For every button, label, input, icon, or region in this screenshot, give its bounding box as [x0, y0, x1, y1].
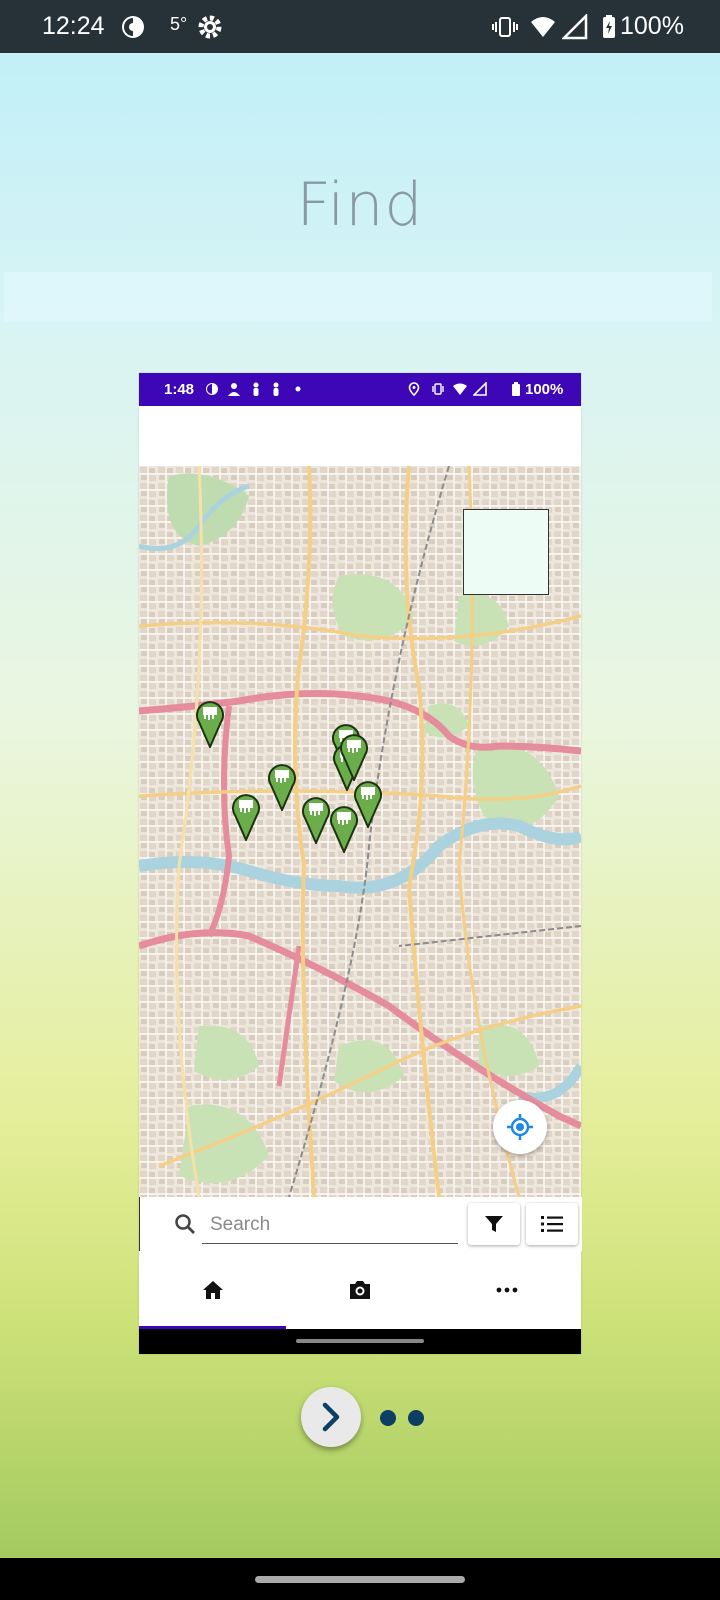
- signal-icon: [562, 14, 588, 40]
- app-preview: 1:48 100%: [139, 373, 582, 1354]
- list-view-button[interactable]: [526, 1203, 578, 1245]
- crosshair-icon: [507, 1114, 533, 1140]
- battery-icon: [603, 15, 615, 38]
- next-button[interactable]: [301, 1387, 361, 1447]
- camera-icon: [349, 1281, 370, 1299]
- wifi-icon: [453, 383, 467, 395]
- nav-more[interactable]: [433, 1251, 580, 1329]
- page-title: Find: [296, 170, 424, 240]
- more-icon: [496, 1287, 517, 1293]
- nav-camera[interactable]: [286, 1251, 433, 1329]
- gesture-pill: [296, 1339, 424, 1343]
- battery-icon: [512, 382, 520, 396]
- map-pin-icon: [196, 701, 224, 750]
- filter-button[interactable]: [468, 1203, 520, 1245]
- map-pin-icon: [340, 734, 368, 783]
- bottom-nav: [139, 1251, 581, 1331]
- location-icon: [408, 382, 420, 396]
- preview-gesture-bar: [139, 1329, 581, 1354]
- vibrate-icon: [432, 383, 444, 395]
- home-icon: [202, 1281, 223, 1299]
- locate-button[interactable]: [493, 1100, 547, 1154]
- map-marker[interactable]: [267, 761, 297, 813]
- map-pin-icon: [232, 794, 260, 843]
- title-ribbon: [4, 272, 712, 322]
- pager-dot[interactable]: [408, 1410, 424, 1426]
- nav-home[interactable]: [139, 1251, 286, 1329]
- map-pin-icon: [302, 797, 330, 846]
- system-nav-bar: [0, 1558, 720, 1600]
- battery-percent: 100%: [620, 12, 684, 40]
- search-icon: [175, 1214, 195, 1234]
- home-gesture-pill[interactable]: [255, 1576, 465, 1583]
- map-marker[interactable]: [339, 731, 369, 783]
- pager-dot[interactable]: [380, 1410, 396, 1426]
- preview-time: 1:48: [164, 381, 195, 398]
- person-icon: [228, 383, 240, 396]
- list-icon: [541, 1216, 563, 1232]
- status-time: 12:24: [42, 12, 105, 40]
- map-marker[interactable]: [231, 791, 261, 843]
- search-input[interactable]: [202, 1207, 458, 1244]
- chevron-right-icon: [322, 1402, 340, 1432]
- map-pin-icon: [268, 764, 296, 813]
- status-bar: 12:24 5° 100%: [0, 0, 720, 53]
- map-view[interactable]: [139, 466, 581, 1197]
- wifi-icon: [531, 17, 555, 37]
- map-marker[interactable]: [353, 778, 383, 830]
- preview-battery: 100%: [525, 381, 564, 398]
- sync-icon: [122, 16, 144, 38]
- filter-icon: [485, 1216, 503, 1232]
- signal-icon: [473, 382, 487, 396]
- temperature: 5°: [170, 14, 188, 34]
- map-marker[interactable]: [301, 794, 331, 846]
- overview-map[interactable]: [463, 509, 549, 595]
- settings-icon: [198, 15, 222, 39]
- person-icon: [273, 382, 279, 396]
- preview-status-bar: 1:48 100%: [139, 373, 581, 406]
- person-icon: [253, 382, 259, 396]
- vibrate-icon: [492, 17, 518, 37]
- sync-icon: [206, 383, 218, 395]
- dot-icon: [295, 386, 301, 392]
- search-bar: [139, 1197, 582, 1252]
- map-pin-icon: [354, 781, 382, 830]
- map-marker[interactable]: [195, 698, 225, 750]
